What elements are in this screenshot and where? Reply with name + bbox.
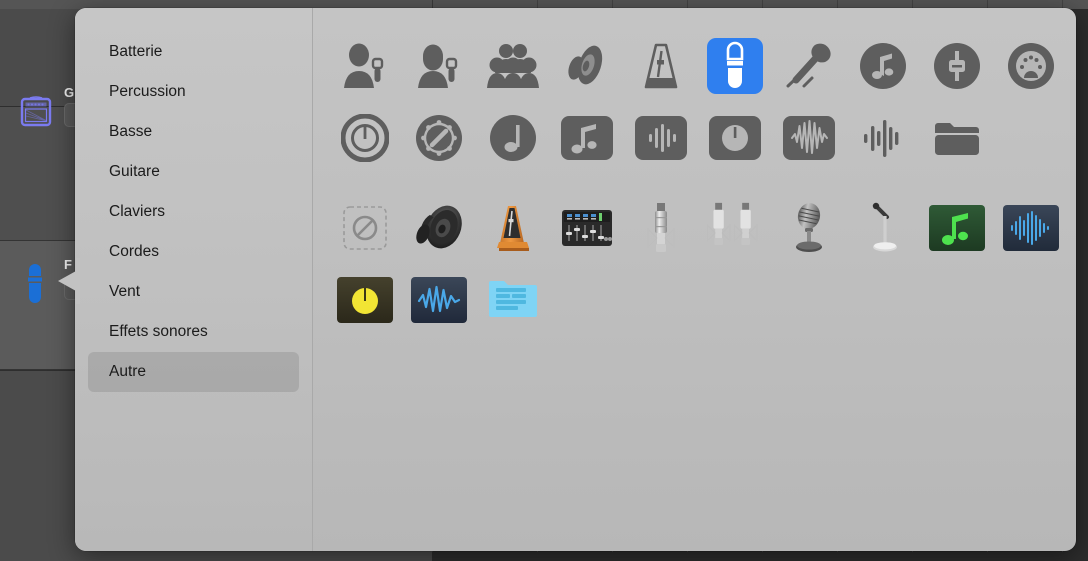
no-icon-placeholder-icon — [343, 206, 387, 250]
category-sidebar: Batterie Percussion Basse Guitare Clavie… — [75, 8, 313, 551]
sidebar-item-label: Percussion — [109, 83, 186, 100]
tambourine-circle-icon — [416, 115, 462, 161]
sidebar-item-effets-sonores[interactable]: Effets sonores — [88, 312, 299, 352]
sidebar-item-vent[interactable]: Vent — [88, 272, 299, 312]
sidebar-item-label: Autre — [109, 363, 147, 380]
speaker-cone-icon — [568, 45, 603, 85]
icon-cell-midi-port-circle[interactable] — [994, 30, 1068, 102]
icon-cell-studio-mic-pair[interactable] — [698, 192, 772, 264]
icon-cell-singer-female-mic[interactable] — [402, 30, 476, 102]
icon-cell-no-icon-placeholder[interactable] — [328, 192, 402, 264]
beamed-notes-tile-icon — [561, 116, 613, 160]
mixing-console-icon — [562, 210, 612, 246]
fader-circle-icon — [934, 43, 980, 89]
choir-group-icon — [487, 44, 539, 88]
wooden-metronome-icon — [497, 206, 529, 251]
sidebar-item-claviers[interactable]: Claviers — [88, 192, 299, 232]
folder-icon — [935, 123, 979, 155]
track-name-1: G — [64, 85, 75, 100]
woofer-speaker-icon — [416, 205, 462, 249]
quarter-note-circle-icon — [490, 115, 536, 161]
icon-cell-blue-folder[interactable] — [476, 264, 550, 336]
yellow-knob-tile-icon — [337, 277, 393, 323]
sidebar-item-label: Batterie — [109, 43, 163, 60]
icon-cell-choir-group[interactable] — [476, 30, 550, 102]
icon-cell-condenser-mic-tile[interactable] — [698, 30, 772, 102]
waveform-tile-icon — [635, 116, 687, 160]
icon-cell-audio-wave-tile[interactable] — [772, 102, 846, 174]
sidebar-item-label: Guitare — [109, 163, 160, 180]
studio-mic-single-icon — [647, 203, 675, 252]
knob-circle-icon — [341, 114, 389, 162]
icon-picker-popover: Batterie Percussion Basse Guitare Clavie… — [75, 8, 1076, 551]
singer-female-mic-icon — [418, 44, 458, 88]
sidebar-item-guitare[interactable]: Guitare — [88, 152, 299, 192]
icon-grid-row — [328, 30, 1076, 102]
icon-grid-row — [328, 264, 1076, 336]
icon-cell-folder[interactable] — [920, 102, 994, 174]
icon-cell-waveform-tile[interactable] — [624, 102, 698, 174]
mic-floor-stand-icon — [872, 202, 897, 252]
icon-cell-singer-male-mic[interactable] — [328, 30, 402, 102]
waveform-bars-icon — [864, 120, 899, 157]
audio-wave-tile-icon — [783, 116, 835, 160]
icon-cell-blue-waveform-tile[interactable] — [994, 192, 1068, 264]
sidebar-item-cordes[interactable]: Cordes — [88, 232, 299, 272]
blue-wave-tile-icon — [411, 277, 467, 323]
icon-cell-quarter-note-circle[interactable] — [476, 102, 550, 174]
vintage-mic-desk-icon — [796, 203, 822, 252]
sidebar-item-label: Basse — [109, 123, 153, 140]
sidebar-item-basse[interactable]: Basse — [88, 112, 299, 152]
condenser-mic-icon[interactable] — [22, 264, 48, 313]
knob-tile-icon — [709, 116, 761, 160]
sidebar-item-label: Cordes — [109, 243, 159, 260]
icon-cell-fader-circle[interactable] — [920, 30, 994, 102]
studio-mic-pair-icon — [707, 202, 758, 245]
guitar-amp-icon[interactable] — [19, 95, 53, 134]
icon-cell-yellow-knob-tile[interactable] — [328, 264, 402, 336]
sidebar-item-autre[interactable]: Autre — [88, 352, 299, 392]
icon-grid-row — [328, 192, 1076, 264]
icon-grid-row — [328, 102, 1076, 174]
icon-cell-woofer-speaker[interactable] — [402, 192, 476, 264]
green-note-tile-icon — [929, 205, 985, 251]
blue-waveform-tile-icon — [1003, 205, 1059, 251]
icon-cell-wooden-metronome[interactable] — [476, 192, 550, 264]
icon-cell-studio-mic-single[interactable] — [624, 192, 698, 264]
sidebar-item-label: Effets sonores — [109, 323, 208, 340]
popover-callout-arrow — [56, 258, 80, 304]
midi-port-circle-icon — [1008, 43, 1054, 89]
icon-cell-vintage-mic-desk[interactable] — [772, 192, 846, 264]
icon-cell-mixing-console[interactable] — [550, 192, 624, 264]
sidebar-item-label: Claviers — [109, 203, 165, 220]
music-note-circle-icon — [860, 43, 906, 89]
sidebar-item-batterie[interactable]: Batterie — [88, 32, 299, 72]
icon-cell-mic-floor-stand[interactable] — [846, 192, 920, 264]
icon-cell-speaker-cone[interactable] — [550, 30, 624, 102]
sidebar-item-label: Vent — [109, 283, 141, 300]
icon-cell-green-note-tile[interactable] — [920, 192, 994, 264]
sidebar-item-percussion[interactable]: Percussion — [88, 72, 299, 112]
app-root: G F Batterie Percussion Basse Guitare Cl… — [0, 0, 1088, 561]
singer-male-mic-icon — [344, 43, 384, 88]
icon-cell-metronome-outline[interactable] — [624, 30, 698, 102]
icon-cell-handheld-mic-stand[interactable] — [772, 30, 846, 102]
icon-cell-music-note-circle[interactable] — [846, 30, 920, 102]
blue-folder-icon — [489, 281, 537, 317]
icon-cell-blue-wave-tile[interactable] — [402, 264, 476, 336]
icon-cell-knob-tile[interactable] — [698, 102, 772, 174]
handheld-mic-stand-icon — [786, 43, 831, 88]
icon-cell-knob-circle[interactable] — [328, 102, 402, 174]
icon-cell-tambourine-circle[interactable] — [402, 102, 476, 174]
icon-cell-beamed-notes-tile[interactable] — [550, 102, 624, 174]
icon-grid — [314, 8, 1076, 551]
icon-cell-waveform-bars[interactable] — [846, 102, 920, 174]
metronome-outline-icon — [644, 43, 678, 89]
condenser-mic-tile-icon — [726, 41, 744, 88]
